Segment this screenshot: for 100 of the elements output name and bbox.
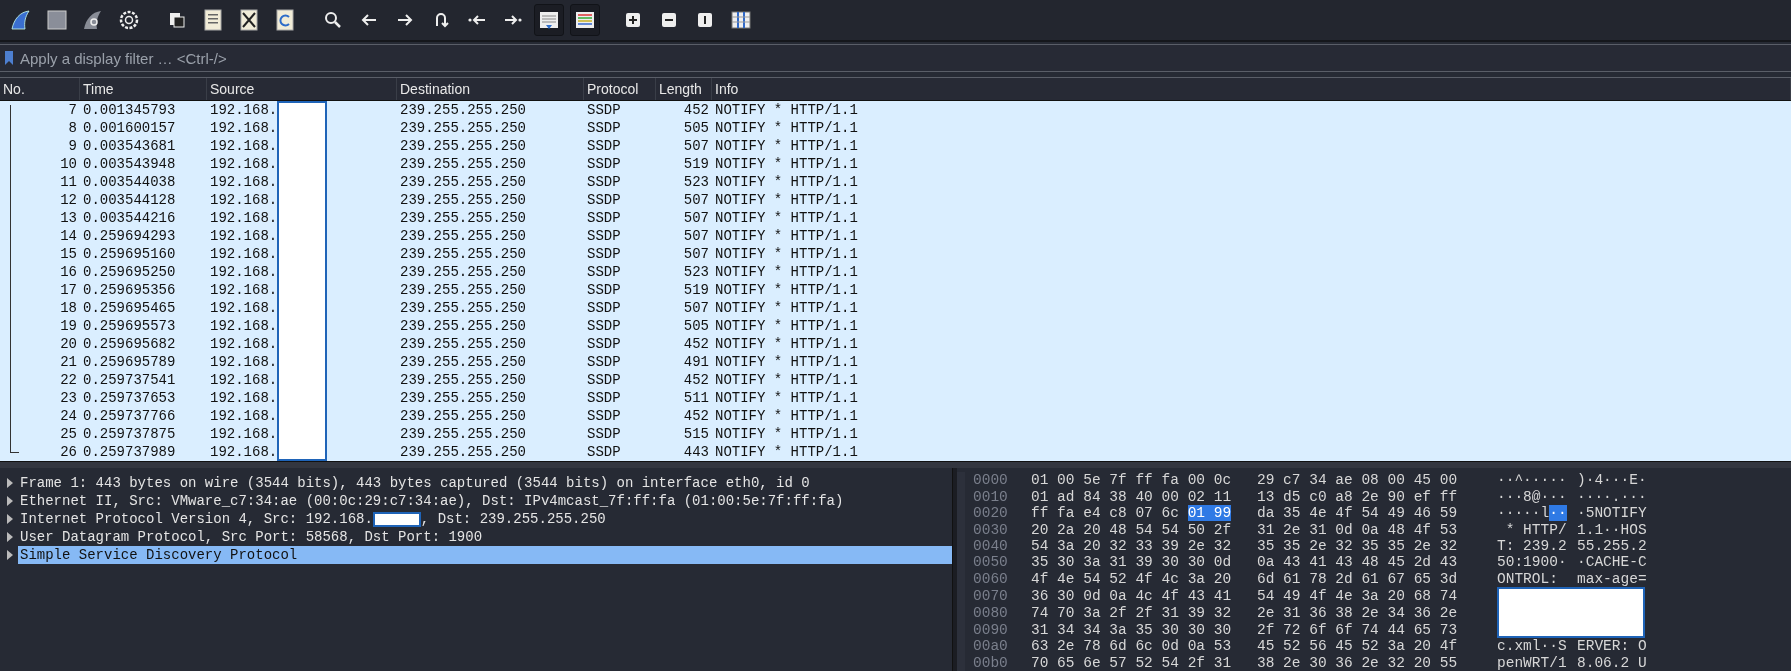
byte-offset: 0030 (972, 521, 1009, 538)
packet-row[interactable]: 22 0.259737541 192.168. 239.255.255.250 SSDP 452 NOTIFY * HTTP/1.1 (0, 371, 1791, 389)
bookmark-icon[interactable] (4, 50, 14, 66)
column-header[interactable]: No. (0, 78, 80, 100)
table-cell-text: 519 (682, 156, 710, 172)
packet-row[interactable]: 24 0.259737766 192.168. 239.255.255.250 SSDP 452 NOTIFY * HTTP/1.1 (0, 407, 1791, 425)
packet-row[interactable]: 16 0.259695250 192.168. 239.255.255.250 SSDP 523 NOTIFY * HTTP/1.1 (0, 263, 1791, 281)
packet-row[interactable]: 12 0.003544128 192.168. 239.255.255.250 SSDP 507 NOTIFY * HTTP/1.1 (0, 191, 1791, 209)
table-cell-text: NOTIFY * HTTP/1.1 (714, 156, 859, 172)
tree-item[interactable]: Simple Service Discovery Protocol (18, 546, 952, 564)
table-cell-text: 0.259737653 (82, 390, 177, 406)
table-cell: 192.168. (210, 192, 278, 208)
tree-item[interactable]: Internet Protocol Version 4, Src: 192.168. , Dst: 239.255.255.250 (18, 510, 952, 528)
ascii-text: * HTTP/ (1504, 521, 1567, 538)
packet-row[interactable]: 18 0.259695465 192.168. 239.255.255.250 SSDP 507 NOTIFY * HTTP/1.1 (0, 299, 1791, 317)
table-cell: 192.168. (210, 246, 278, 262)
tree-item[interactable]: Frame 1: 443 bytes on wire (3544 bits), 443 bytes captured (3544 bits) on interface eth0, id 0 (18, 474, 952, 492)
tree-item-text: Ethernet II, Src: VMware_c7:34:ae (00:0c:29:c7:34:ae), Dst: IPv4mcast_7f:ff:fa (01:00:5e:7f:ff:fa) (20, 493, 844, 509)
table-cell-text: 239.255.255.250 (399, 210, 528, 226)
column-header[interactable]: Destination (397, 78, 584, 100)
table-cell-text: 505 (682, 120, 710, 136)
packet-row[interactable]: 23 0.259737653 192.168. 239.255.255.250 SSDP 511 NOTIFY * HTTP/1.1 (0, 389, 1791, 407)
hex-bytes: 2f 72 6f 6f 74 44 65 73 (1257, 621, 1458, 638)
column-header[interactable]: Source (207, 78, 397, 100)
table-cell: 192.168. (210, 210, 278, 226)
table-cell-text: 21 (59, 354, 78, 370)
byte-offset: 0080 (972, 604, 1009, 621)
packet-row[interactable]: 26 0.259737989 192.168. 239.255.255.250 SSDP 443 NOTIFY * HTTP/1.1 (0, 443, 1791, 461)
table-cell: 192.168. (210, 336, 278, 352)
expand-arrow-icon[interactable] (6, 532, 14, 542)
autoscroll-icon (538, 9, 560, 31)
table-cell: 192.168. (210, 102, 278, 118)
table-cell-text: 507 (682, 210, 710, 226)
table-cell: 192.168. (210, 444, 278, 460)
expand-arrow-icon[interactable] (6, 514, 14, 524)
hex-bytes: 6d 61 78 2d 61 67 65 3d (1257, 570, 1458, 587)
table-cell-text: NOTIFY * HTTP/1.1 (714, 174, 859, 190)
table-cell-text: SSDP (586, 444, 622, 460)
table-cell-text: 507 (682, 300, 710, 316)
table-cell-text: 10 (59, 156, 78, 172)
ascii-text: ···8@··· (1497, 488, 1567, 505)
packet-row[interactable]: 14 0.259694293 192.168. 239.255.255.250 SSDP 507 NOTIFY * HTTP/1.1 (0, 227, 1791, 245)
table-cell-text: 239.255.255.250 (399, 354, 528, 370)
table-cell-text: SSDP (586, 390, 622, 406)
packet-row[interactable]: 10 0.003543948 192.168. 239.255.255.250 SSDP 519 NOTIFY * HTTP/1.1 (0, 155, 1791, 173)
ascii-text: 50:1900· (1497, 554, 1567, 571)
table-cell-text: SSDP (586, 336, 622, 352)
table-cell: 192.168. (210, 282, 278, 298)
hex-bytes: 0a 43 41 43 48 45 2d 43 (1257, 554, 1458, 571)
packet-row[interactable]: 11 0.003544038 192.168. 239.255.255.250 SSDP 523 NOTIFY * HTTP/1.1 (0, 173, 1791, 191)
byte-offset: 0020 (972, 505, 1009, 522)
autoscroll-button[interactable] (534, 4, 564, 36)
column-header[interactable]: Protocol (584, 78, 656, 100)
table-cell-text: 9 (67, 138, 78, 154)
table-cell-text: 19 (59, 318, 78, 334)
table-cell-text: 443 (682, 444, 710, 460)
table-cell-text: 239.255.255.250 (399, 246, 528, 262)
hex-bytes: 31 2e 31 0d 0a 48 4f 53 (1257, 521, 1458, 538)
hex-bytes: 35 35 2e 32 35 35 2e 32 (1257, 537, 1458, 554)
table-cell-text: 0.259695573 (82, 318, 177, 334)
hex-bytes: 4f 4e 54 52 4f 4c 3a 20 (1031, 570, 1232, 587)
table-cell-text: NOTIFY * HTTP/1.1 (714, 336, 859, 352)
table-cell-text: NOTIFY * HTTP/1.1 (714, 246, 859, 262)
table-cell-text: 452 (682, 408, 710, 424)
packet-row[interactable]: 20 0.259695682 192.168. 239.255.255.250 SSDP 452 NOTIFY * HTTP/1.1 (0, 335, 1791, 353)
colorize-button[interactable] (570, 4, 600, 36)
hex-bytes: 74 70 3a 2f 2f 31 39 32 (1031, 604, 1232, 621)
column-header[interactable]: Info (712, 78, 1791, 100)
column-header[interactable]: Length (656, 78, 712, 100)
packet-row[interactable]: 9 0.003543681 192.168. 239.255.255.250 SSDP 507 NOTIFY * HTTP/1.1 (0, 137, 1791, 155)
packet-row[interactable]: 25 0.259737875 192.168. 239.255.255.250 SSDP 515 NOTIFY * HTTP/1.1 (0, 425, 1791, 443)
table-cell-text: 0.259737989 (82, 444, 177, 460)
table-cell-text: NOTIFY * HTTP/1.1 (714, 102, 859, 118)
expand-arrow-icon[interactable] (6, 496, 14, 506)
table-cell-text: 14 (59, 228, 78, 244)
hex-bytes: da 35 4e 4f 54 49 46 59 (1257, 505, 1458, 522)
expand-arrow-icon[interactable] (6, 478, 14, 488)
table-cell-text: 16 (59, 264, 78, 280)
packet-row[interactable]: 17 0.259695356 192.168. 239.255.255.250 SSDP 519 NOTIFY * HTTP/1.1 (0, 281, 1791, 299)
table-cell-text: 523 (682, 264, 710, 280)
packet-row[interactable]: 7 0.001345793 192.168. 239.255.255.250 SSDP 452 NOTIFY * HTTP/1.1 (0, 101, 1791, 119)
table-cell-text: 452 (682, 102, 710, 118)
table-cell-text: 239.255.255.250 (399, 390, 528, 406)
packet-row[interactable]: 13 0.003544216 192.168. 239.255.255.250 SSDP 507 NOTIFY * HTTP/1.1 (0, 209, 1791, 227)
ascii-text: ·5NOTIFY (1577, 505, 1647, 522)
packet-row[interactable]: 15 0.259695160 192.168. 239.255.255.250 SSDP 507 NOTIFY * HTTP/1.1 (0, 245, 1791, 263)
packet-row[interactable]: 21 0.259695789 192.168. 239.255.255.250 SSDP 491 NOTIFY * HTTP/1.1 (0, 353, 1791, 371)
packet-row[interactable]: 19 0.259695573 192.168. 239.255.255.250 SSDP 505 NOTIFY * HTTP/1.1 (0, 317, 1791, 335)
expand-arrow-icon[interactable] (6, 550, 14, 560)
tree-item[interactable]: User Datagram Protocol, Src Port: 58568, Dst Port: 1900 (18, 528, 952, 546)
table-cell-text: 239.255.255.250 (399, 444, 528, 460)
table-cell-text: NOTIFY * HTTP/1.1 (714, 210, 859, 226)
column-header[interactable]: Time (80, 78, 207, 100)
hex-bytes: 70 65 6e 57 52 54 2f 31 (1031, 654, 1232, 671)
packet-row[interactable]: 8 0.001600157 192.168. 239.255.255.250 SSDP 505 NOTIFY * HTTP/1.1 (0, 119, 1791, 137)
tree-item[interactable]: Ethernet II, Src: VMware_c7:34:ae (00:0c:29:c7:34:ae), Dst: IPv4mcast_7f:ff:fa (01:00:5e:7f:ff:fa) (18, 492, 952, 510)
display-filter-field[interactable]: Apply a display filter … <Ctrl-/> (18, 48, 1787, 68)
table-cell-text: 0.259695160 (82, 246, 177, 262)
table-cell-text: SSDP (586, 246, 622, 262)
byte-offset: 0000 (972, 472, 1009, 489)
